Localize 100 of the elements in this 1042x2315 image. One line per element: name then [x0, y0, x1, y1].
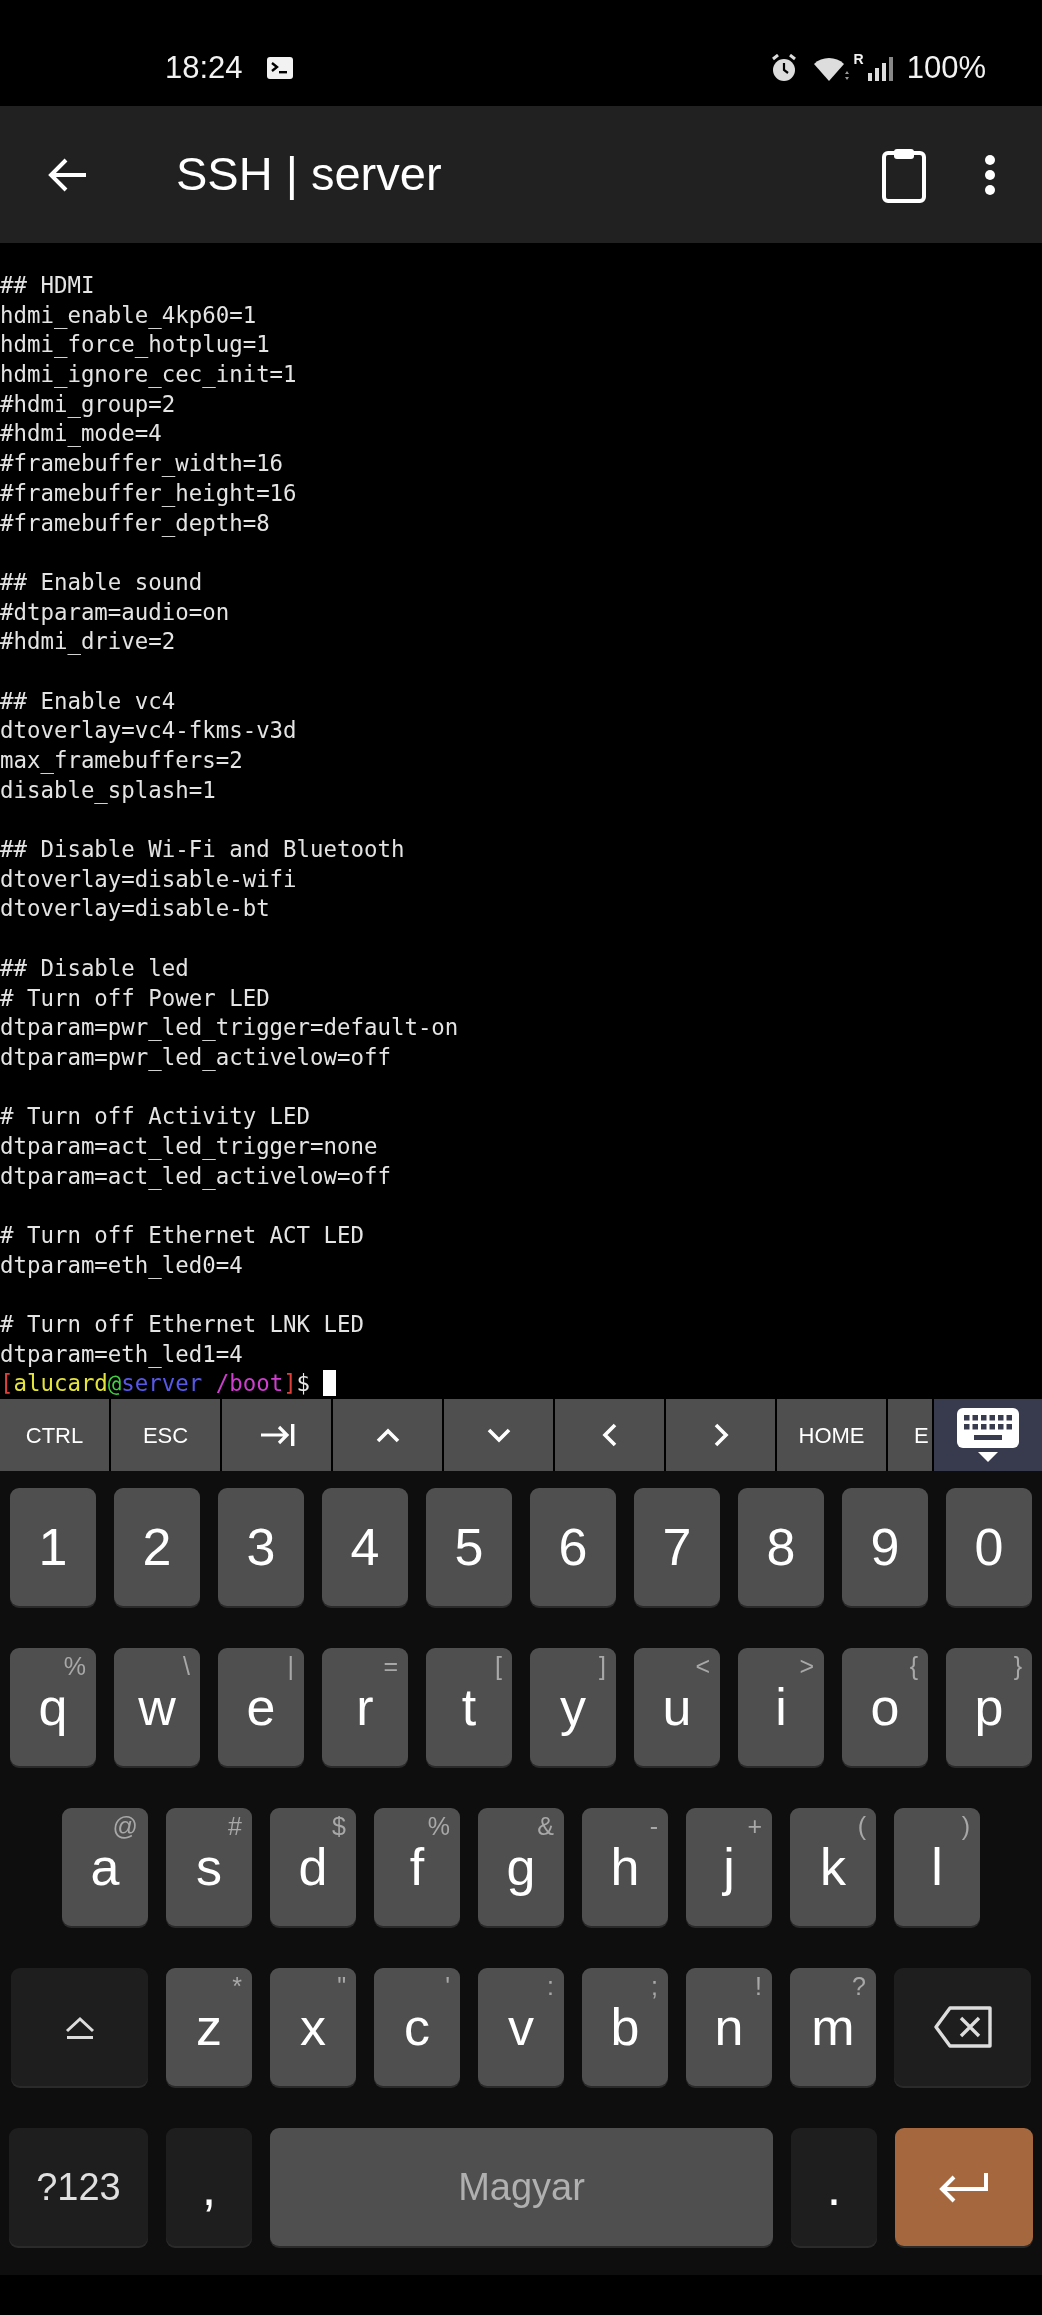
- more-options-button[interactable]: [984, 153, 996, 196]
- signal-icon: [867, 55, 893, 81]
- extra-key[interactable]: ESC: [111, 1399, 220, 1471]
- terminal-line: dtparam=pwr_led_activelow=off: [0, 1042, 392, 1073]
- terminal-line: # Turn off Activity LED: [0, 1102, 312, 1132]
- terminal-line: #framebuffer_depth=8: [0, 508, 271, 539]
- keyboard-key[interactable]: z *: [166, 1968, 252, 2086]
- terminal-line: dtoverlay=disable-wifi: [0, 864, 298, 894]
- terminal-line: #framebuffer_height=16: [0, 478, 298, 509]
- terminal-line: hdmi_force_hotplug=1: [0, 330, 271, 360]
- keyboard-key[interactable]: c ': [374, 1968, 460, 2086]
- keyboard-key[interactable]: x ": [270, 1968, 356, 2086]
- keyboard-key[interactable]: f %: [374, 1808, 460, 1926]
- keyboard-key[interactable]: 5: [426, 1488, 512, 1606]
- prompt-text: alucard: [13, 1370, 108, 1397]
- key-hint: ): [961, 1814, 970, 1839]
- keyboard-key[interactable]: m ?: [790, 1968, 876, 2086]
- key-hint: \: [183, 1654, 190, 1679]
- clipboard-button[interactable]: [882, 146, 926, 203]
- keyboard-key[interactable]: [894, 1968, 1031, 2086]
- terminal-line: dtoverlay=disable-bt: [0, 894, 271, 924]
- keyboard-key[interactable]: y ]: [530, 1648, 616, 1766]
- key-hint: [: [495, 1654, 502, 1679]
- keyboard-key[interactable]: .: [791, 2128, 877, 2246]
- key-hint: %: [63, 1654, 86, 1679]
- keyboard-key[interactable]: r =: [322, 1648, 408, 1766]
- key-hint: $: [332, 1814, 346, 1839]
- terminal-line: ## HDMI: [0, 271, 96, 300]
- clipboard-icon: [882, 146, 926, 203]
- terminal-line: ## Disable led: [0, 953, 190, 983]
- key-hint: <: [695, 1654, 710, 1679]
- clock-time: 18:24: [165, 48, 243, 87]
- key-hint: *: [232, 1974, 242, 1999]
- keyboard-key[interactable]: j +: [686, 1808, 772, 1926]
- text-cursor: [323, 1370, 337, 1397]
- keyboard-key[interactable]: u <: [634, 1648, 720, 1766]
- terminal-line: #framebuffer_width=16: [0, 449, 285, 479]
- terminal-line: # Turn off Ethernet LNK LED: [0, 1310, 365, 1340]
- extra-key[interactable]: E: [888, 1399, 932, 1471]
- keyboard-key[interactable]: a @: [62, 1808, 148, 1926]
- keyboard-key[interactable]: s #: [166, 1808, 252, 1926]
- terminal-line: max_framebuffers=2: [0, 746, 244, 776]
- terminal-line: #hdmi_drive=2: [0, 627, 177, 657]
- keyboard-key[interactable]: 1: [10, 1488, 96, 1606]
- keyboard-toggle-button[interactable]: [934, 1399, 1042, 1471]
- key-hint: ": [337, 1974, 346, 1999]
- key-hint: {: [909, 1654, 918, 1679]
- tab-key-icon: [258, 1421, 295, 1449]
- terminal-line: dtparam=eth_led1=4: [0, 1339, 244, 1370]
- keyboard-key[interactable]: e |: [218, 1648, 304, 1766]
- keyboard-key[interactable]: 7: [634, 1488, 720, 1606]
- key-hint: ?: [852, 1974, 866, 1999]
- keyboard-key[interactable]: 2: [114, 1488, 200, 1606]
- keyboard-key[interactable]: q %: [10, 1648, 96, 1766]
- key-hint: ;: [651, 1974, 658, 1999]
- terminal-line: #hdmi_group=2: [0, 389, 177, 420]
- prompt-text: [: [0, 1370, 14, 1397]
- keyboard-key[interactable]: v :: [478, 1968, 564, 2086]
- terminal-line: hdmi_ignore_cec_init=1: [0, 360, 298, 390]
- prompt-text: @: [107, 1370, 122, 1397]
- extra-key[interactable]: HOME: [777, 1399, 886, 1471]
- keyboard-key[interactable]: o {: [842, 1648, 928, 1766]
- keyboard-key[interactable]: l ): [894, 1808, 980, 1926]
- keyboard-key[interactable]: b ;: [582, 1968, 668, 2086]
- keyboard-key[interactable]: k (: [790, 1808, 876, 1926]
- extra-key[interactable]: CTRL: [0, 1399, 109, 1471]
- keyboard-key[interactable]: ,: [166, 2128, 252, 2246]
- screen-title: SSH | server: [176, 146, 442, 203]
- keyboard-key[interactable]: ?123: [9, 2128, 148, 2246]
- terminal-line: dtparam=eth_led0=4: [0, 1250, 244, 1281]
- keyboard-key[interactable]: Magyar: [270, 2128, 773, 2246]
- keyboard-key[interactable]: i >: [738, 1648, 824, 1766]
- prompt-text: server: [121, 1370, 203, 1397]
- terminal-line: hdmi_enable_4kp60=1: [0, 300, 258, 331]
- keyboard-key[interactable]: 9: [842, 1488, 928, 1606]
- keyboard-key[interactable]: n !: [686, 1968, 772, 2086]
- keyboard-key[interactable]: d $: [270, 1808, 356, 1926]
- terminal-line: #hdmi_mode=4: [0, 419, 163, 449]
- keyboard-key[interactable]: w \: [114, 1648, 200, 1766]
- terminal-icon: [266, 57, 293, 79]
- key-hint: :: [547, 1974, 554, 1999]
- keyboard-key[interactable]: 4: [322, 1488, 408, 1606]
- key-hint: %: [427, 1814, 450, 1839]
- terminal-line: # Turn off Power LED: [0, 983, 271, 1013]
- key-hint: (: [857, 1814, 866, 1839]
- keyboard-key[interactable]: p }: [946, 1648, 1032, 1766]
- terminal-line: ## Enable vc4: [0, 686, 177, 716]
- keyboard-key[interactable]: g &: [478, 1808, 564, 1926]
- key-hint: }: [1013, 1654, 1022, 1679]
- keyboard-key[interactable]: 0: [946, 1488, 1032, 1606]
- prompt-text: /boot: [214, 1370, 284, 1397]
- terminal-line: # Turn off Ethernet ACT LED: [0, 1221, 365, 1250]
- keyboard-key[interactable]: 8: [738, 1488, 824, 1606]
- keyboard-key[interactable]: h -: [582, 1808, 668, 1926]
- terminal-line: ## Disable Wi-Fi and Bluetooth: [0, 835, 406, 865]
- keyboard-key[interactable]: t [: [426, 1648, 512, 1766]
- key-hint: >: [799, 1654, 814, 1679]
- keyboard-key[interactable]: 6: [530, 1488, 616, 1606]
- extra-key[interactable]: [222, 1399, 331, 1471]
- keyboard-key[interactable]: 3: [218, 1488, 304, 1606]
